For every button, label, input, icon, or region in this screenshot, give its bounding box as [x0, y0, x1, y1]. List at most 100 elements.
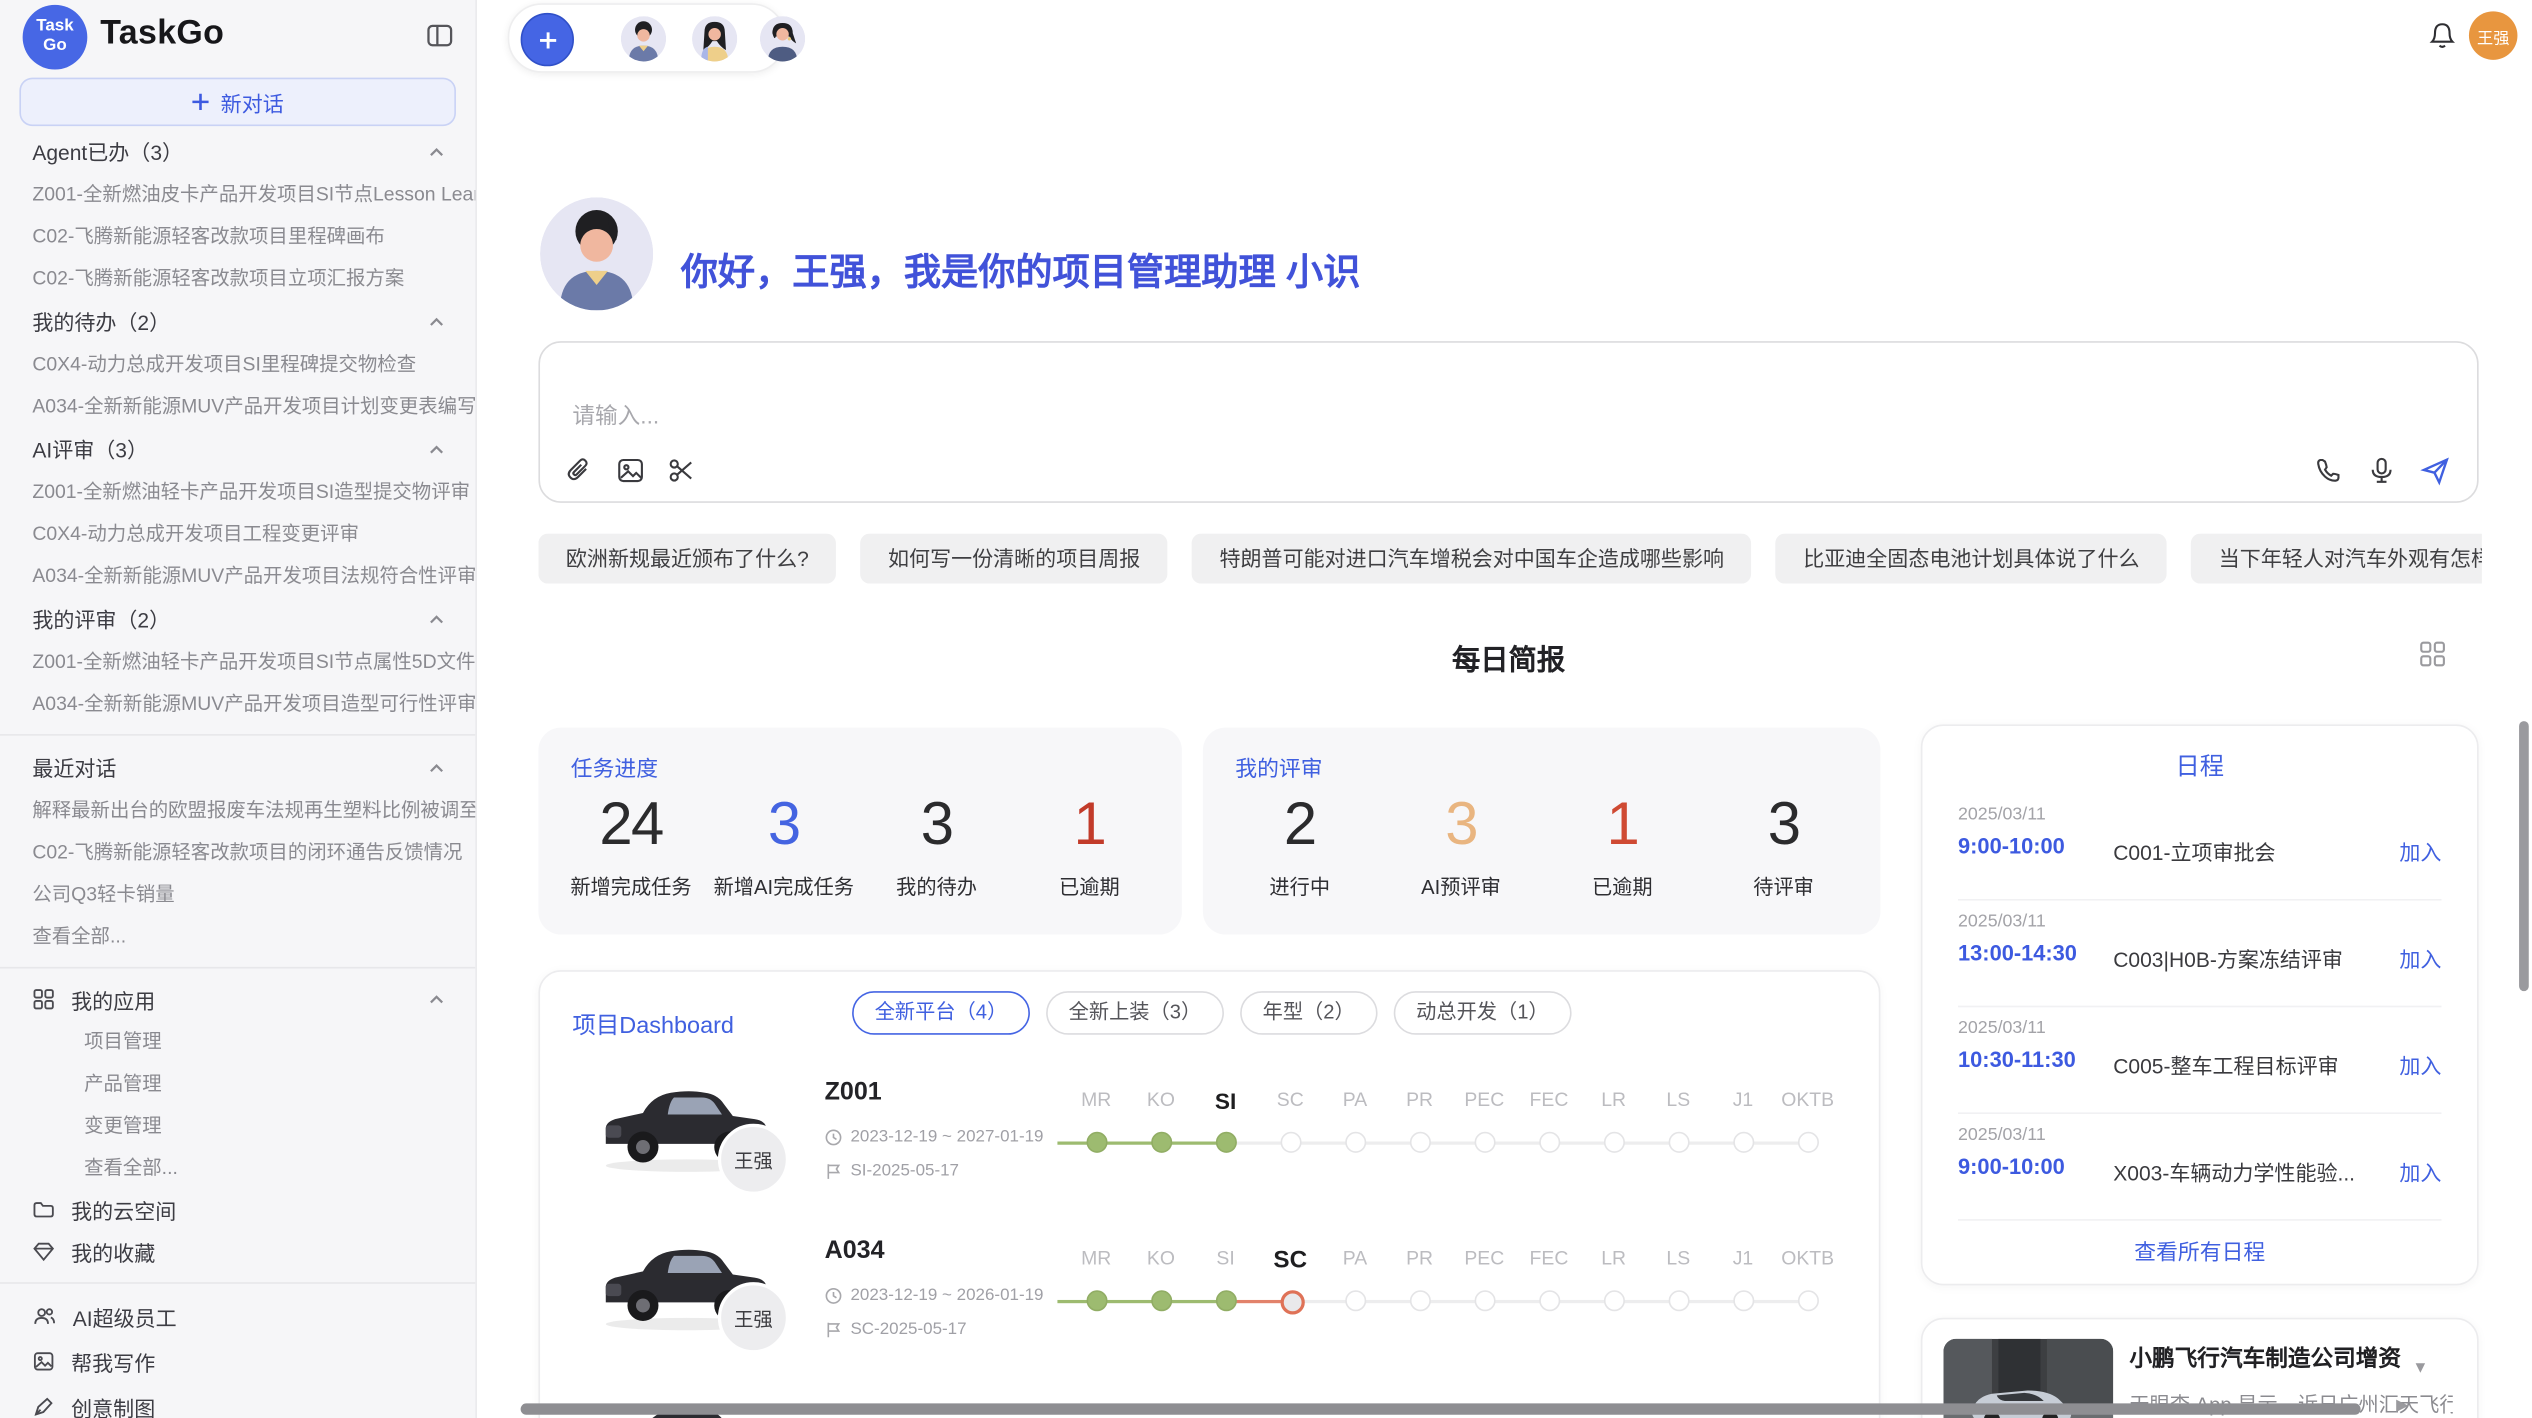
- join-button[interactable]: 加入: [2399, 1049, 2441, 1080]
- sidebar-item-cloud-space[interactable]: 我的云空间: [0, 1188, 475, 1230]
- agent-avatar[interactable]: [621, 16, 666, 61]
- milestone-label: LR: [1581, 1088, 1646, 1111]
- sidebar-item[interactable]: C0X4-动力总成开发项目SI里程碑提交物检查: [0, 343, 475, 385]
- milestone-dot: [1409, 1290, 1430, 1311]
- sidebar-item-ai-staff[interactable]: AI超级员工: [0, 1293, 475, 1338]
- milestone-label: MR: [1064, 1247, 1129, 1270]
- sidebar-item[interactable]: C02-飞腾新能源轻客改款项目立项汇报方案: [0, 257, 475, 299]
- add-agent-button[interactable]: [521, 13, 574, 66]
- ai-staff-icon: [32, 1305, 56, 1328]
- sidebar-item-creative-draw[interactable]: 创意制图: [0, 1384, 475, 1418]
- milestone-label: LS: [1646, 1088, 1711, 1111]
- sidebar-section-header[interactable]: AI评审（3）: [0, 427, 475, 471]
- recent-chat-item[interactable]: 公司Q3轻卡销量: [0, 873, 475, 915]
- app-sub-item[interactable]: 变更管理: [0, 1104, 475, 1146]
- sidebar-item[interactable]: Z001-全新燃油皮卡产品开发项目SI节点Lesson Learn报告: [0, 173, 475, 215]
- scroll-down-arrow-icon[interactable]: ▼: [2412, 1360, 2428, 1378]
- milestone-dot: [1474, 1290, 1495, 1311]
- dashboard-tab[interactable]: 年型（2）: [1240, 991, 1377, 1035]
- recent-chats-header[interactable]: 最近对话: [0, 745, 475, 789]
- schedule-name: C005-整车工程目标评审: [2113, 1049, 2338, 1080]
- suggestion-chip[interactable]: 比亚迪全固态电池计划具体说了什么: [1776, 534, 2167, 584]
- draw-icon: [32, 1395, 55, 1418]
- join-button[interactable]: 加入: [2399, 1156, 2441, 1187]
- stat-card-title: 我的评审: [1235, 750, 1322, 782]
- milestone-label: PA: [1323, 1088, 1388, 1111]
- sidebar-section-header[interactable]: 我的待办（2）: [0, 299, 475, 343]
- scissors-icon[interactable]: [668, 456, 699, 487]
- milestone-dot: [1538, 1132, 1559, 1153]
- label: AI超级员工: [73, 1301, 177, 1332]
- clock-icon: [825, 1286, 843, 1304]
- stat-row: 24新增完成任务3新增AI完成任务3我的待办1已逾期: [555, 789, 1166, 901]
- sidebar-item[interactable]: A034-全新新能源MUV产品开发项目造型可行性评审: [0, 682, 475, 724]
- sidebar-item[interactable]: A034-全新新能源MUV产品开发项目计划变更表编写: [0, 385, 475, 427]
- phone-icon[interactable]: [2314, 456, 2345, 487]
- app-sub-item[interactable]: 产品管理: [0, 1062, 475, 1104]
- milestone-dot: [1603, 1132, 1624, 1153]
- suggestion-chip[interactable]: 如何写一份清晰的项目周报: [861, 534, 1168, 584]
- stat-value: 24: [555, 789, 708, 860]
- plus-icon: [192, 92, 211, 111]
- sidebar-collapse-icon[interactable]: [425, 21, 454, 50]
- chat-input[interactable]: [569, 401, 1869, 430]
- notification-bell-icon[interactable]: [2429, 21, 2456, 50]
- app-sub-item[interactable]: 项目管理: [0, 1020, 475, 1062]
- milestone-label: PEC: [1452, 1088, 1517, 1111]
- dashboard-tab[interactable]: 动总开发（1）: [1394, 991, 1572, 1035]
- scroll-right-arrow-icon[interactable]: ▶: [2396, 1397, 2408, 1415]
- agent-avatar[interactable]: [760, 16, 805, 61]
- schedule-title: 日程: [1922, 749, 2477, 783]
- divider: [0, 734, 475, 736]
- image-icon[interactable]: [616, 456, 647, 487]
- send-icon[interactable]: [2420, 456, 2451, 487]
- view-all-chats-link[interactable]: 查看全部...: [0, 915, 475, 957]
- dashboard-tab[interactable]: 全新上装（3）: [1046, 991, 1224, 1035]
- sidebar-item[interactable]: C02-飞腾新能源轻客改款项目里程碑画布: [0, 215, 475, 257]
- sidebar-item-favorites[interactable]: 我的收藏: [0, 1230, 475, 1272]
- stat-item: 3我的待办: [860, 789, 1013, 901]
- owner-badge: 王强: [718, 1282, 789, 1353]
- sidebar-item[interactable]: Z001-全新燃油轻卡产品开发项目SI造型提交物评审: [0, 471, 475, 513]
- horizontal-scrollbar[interactable]: [521, 1403, 2361, 1414]
- flag-text: SC-2025-05-17: [850, 1319, 966, 1338]
- app-sub-item[interactable]: 查看全部...: [0, 1146, 475, 1188]
- stat-label: 我的待办: [860, 870, 1013, 901]
- schedule-item: 2025/03/1113:00-14:30C003|H0B-方案冻结评审加入: [1958, 901, 2441, 1008]
- sidebar-item-help-write[interactable]: 帮我写作: [0, 1339, 475, 1384]
- recent-chat-item[interactable]: C02-飞腾新能源轻客改款项目的闭环通告反馈情况: [0, 831, 475, 873]
- dashboard-tab-active[interactable]: 全新平台（4）: [852, 991, 1030, 1035]
- project-dates: 2023-12-19 ~ 2026-01-19: [825, 1285, 1044, 1304]
- view-all-schedule-link[interactable]: 查看所有日程: [1922, 1234, 2477, 1266]
- sidebar-section-header[interactable]: Agent已办（3）: [0, 129, 475, 173]
- dashboard-tabs: 全新平台（4） 全新上装（3） 年型（2） 动总开发（1）: [852, 991, 1571, 1035]
- new-chat-button[interactable]: 新对话: [19, 78, 456, 127]
- suggestion-chip[interactable]: 欧洲新规最近颁布了什么?: [538, 534, 836, 584]
- stat-value: 1: [1542, 789, 1703, 860]
- recent-chat-item[interactable]: 解释最新出台的欧盟报废车法规再生塑料比例被调至15%...: [0, 789, 475, 831]
- vertical-scrollbar[interactable]: [2519, 721, 2529, 991]
- chevron-up-icon: [427, 141, 446, 160]
- schedule-date: 2025/03/11: [1958, 1125, 2046, 1144]
- sidebar-item-my-apps[interactable]: 我的应用: [0, 978, 475, 1020]
- join-button[interactable]: 加入: [2399, 836, 2441, 867]
- schedule-name: X003-车辆动力学性能验...: [2113, 1156, 2355, 1187]
- sidebar-item[interactable]: Z001-全新燃油轻卡产品开发项目SI节点属性5D文件评审: [0, 640, 475, 682]
- dates-text: 2023-12-19 ~ 2026-01-19: [850, 1285, 1043, 1304]
- stat-item: 1已逾期: [1542, 789, 1703, 901]
- user-avatar[interactable]: 王强: [2469, 11, 2518, 60]
- chevron-up-icon: [427, 757, 446, 776]
- attachment-icon[interactable]: [564, 456, 595, 487]
- agent-avatar[interactable]: [692, 16, 737, 61]
- suggestion-chip[interactable]: 特朗普可能对进口汽车增税会对中国车企造成哪些影响: [1192, 534, 1751, 584]
- new-chat-label: 新对话: [221, 87, 284, 118]
- sidebar-section-header[interactable]: 我的评审（2）: [0, 597, 475, 641]
- suggestion-chip[interactable]: 当下年轻人对汽车外观有怎样的喜好趋势: [2191, 534, 2482, 584]
- sidebar-item[interactable]: C0X4-动力总成开发项目工程变更评审: [0, 513, 475, 555]
- join-button[interactable]: 加入: [2399, 943, 2441, 974]
- layout-grid-icon[interactable]: [2419, 640, 2446, 667]
- microphone-icon[interactable]: [2367, 456, 2398, 487]
- schedule-time: 10:30-11:30: [1958, 1048, 2076, 1072]
- sidebar-item[interactable]: A034-全新新能源MUV产品开发项目法规符合性评审: [0, 555, 475, 597]
- dates-text: 2023-12-19 ~ 2027-01-19: [850, 1127, 1043, 1146]
